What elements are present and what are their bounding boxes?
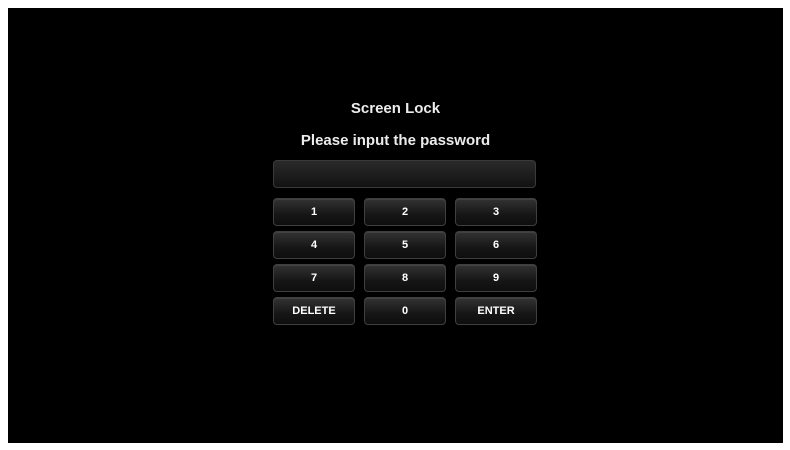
numeric-keypad: 1 2 3 4 5 6 7 8 9 DELETE 0 ENTER — [273, 198, 537, 325]
key-8-button[interactable]: 8 — [364, 264, 446, 292]
key-9-button[interactable]: 9 — [455, 264, 537, 292]
key-4-button[interactable]: 4 — [273, 231, 355, 259]
password-prompt: Please input the password — [300, 132, 491, 149]
key-3-button[interactable]: 3 — [455, 198, 537, 226]
screen-lock-title: Screen Lock — [350, 100, 441, 117]
key-1-button[interactable]: 1 — [273, 198, 355, 226]
key-7-button[interactable]: 7 — [273, 264, 355, 292]
enter-button[interactable]: ENTER — [455, 297, 537, 325]
key-5-button[interactable]: 5 — [364, 231, 446, 259]
key-2-button[interactable]: 2 — [364, 198, 446, 226]
key-6-button[interactable]: 6 — [455, 231, 537, 259]
lock-screen: Screen Lock Please input the password 1 … — [8, 8, 783, 443]
key-0-button[interactable]: 0 — [364, 297, 446, 325]
password-field[interactable] — [273, 160, 536, 188]
delete-button[interactable]: DELETE — [273, 297, 355, 325]
